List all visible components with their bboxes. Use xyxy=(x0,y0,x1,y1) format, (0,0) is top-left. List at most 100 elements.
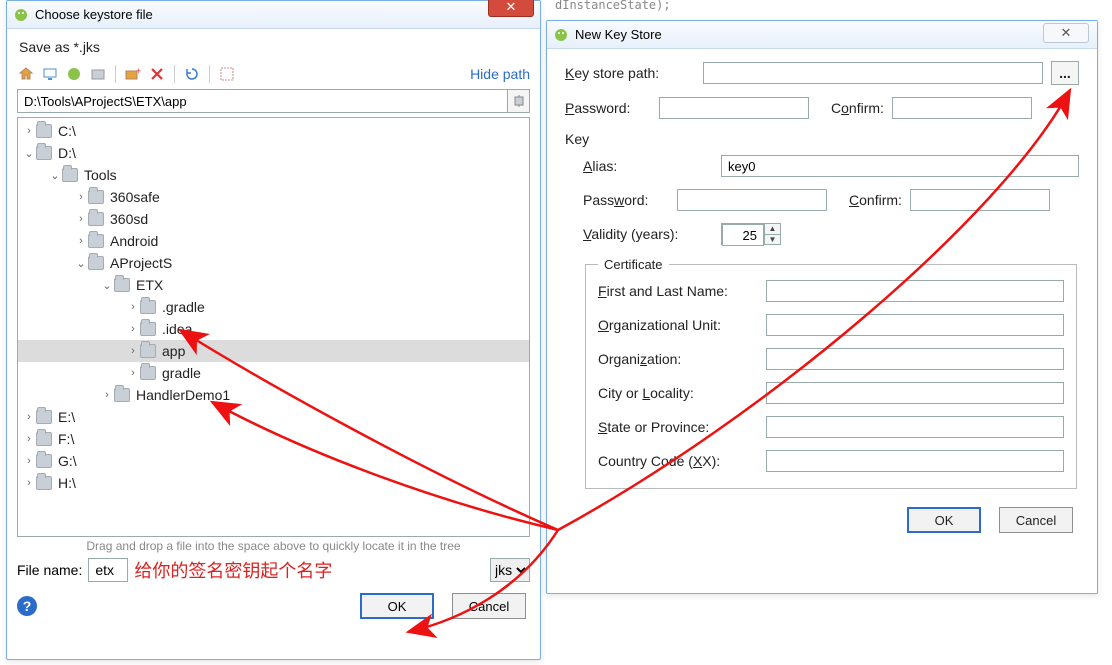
folder-icon xyxy=(88,212,104,226)
tree-node[interactable]: ›.gradle xyxy=(18,296,529,318)
certificate-fieldset: Certificate First and Last Name: Organiz… xyxy=(585,257,1077,489)
key-confirm-input[interactable] xyxy=(910,189,1050,211)
keystore-path-input[interactable] xyxy=(703,62,1043,84)
validity-label: Validity (years): xyxy=(583,226,713,242)
validity-spinbox[interactable]: ▲▼ xyxy=(721,223,781,245)
tree-node-c-drive[interactable]: ›C:\ xyxy=(18,120,529,142)
tree-node-app-selected[interactable]: ›app xyxy=(18,340,529,362)
tree-node-aprojects[interactable]: ⌄AProjectS xyxy=(18,252,529,274)
module-icon[interactable] xyxy=(89,65,107,83)
cancel-button[interactable]: Cancel xyxy=(452,593,526,619)
file-type-select[interactable]: jks xyxy=(490,558,530,582)
city-label: City or Locality: xyxy=(598,385,758,401)
folder-icon xyxy=(88,256,104,270)
new-key-store-dialog: ✕ New Key Store Key store path: ... Pass… xyxy=(546,20,1098,594)
validity-input[interactable] xyxy=(722,224,764,246)
confirm-input[interactable] xyxy=(892,97,1032,119)
key-password-input[interactable] xyxy=(677,189,827,211)
folder-icon xyxy=(114,388,130,402)
state-input[interactable] xyxy=(766,416,1064,438)
folder-icon xyxy=(62,168,78,182)
tree-node[interactable]: ›Android xyxy=(18,230,529,252)
tree-node[interactable]: ›HandlerDemo1 xyxy=(18,384,529,406)
app-icon xyxy=(13,7,29,23)
folder-icon xyxy=(140,300,156,314)
toolbar: + Hide path xyxy=(7,65,540,87)
desktop-icon[interactable] xyxy=(41,65,59,83)
app-icon xyxy=(553,27,569,43)
password-label: Password: xyxy=(565,100,651,116)
folder-icon xyxy=(114,278,130,292)
new-folder-icon[interactable]: + xyxy=(124,65,142,83)
dialog-titlebar[interactable]: New Key Store xyxy=(547,21,1097,49)
folder-tree[interactable]: ›C:\ ⌄D:\ ⌄Tools ›360safe ›360sd ›Androi… xyxy=(17,117,530,537)
folder-icon xyxy=(36,146,52,160)
org-unit-label: Organizational Unit: xyxy=(598,317,758,333)
delete-icon[interactable] xyxy=(148,65,166,83)
key-group-label: Key xyxy=(565,131,1079,147)
drag-drop-hint: Drag and drop a file into the space abov… xyxy=(7,537,540,555)
close-button[interactable]: ✕ xyxy=(488,0,534,17)
show-hidden-icon[interactable] xyxy=(218,65,236,83)
tree-node-g-drive[interactable]: ›G:\ xyxy=(18,450,529,472)
tree-node[interactable]: ›gradle xyxy=(18,362,529,384)
tree-node-etx[interactable]: ⌄ETX xyxy=(18,274,529,296)
folder-icon xyxy=(88,234,104,248)
tree-node-d-drive[interactable]: ⌄D:\ xyxy=(18,142,529,164)
browse-button[interactable]: ... xyxy=(1051,61,1079,85)
home-icon[interactable] xyxy=(17,65,35,83)
ok-button[interactable]: OK xyxy=(907,507,981,533)
background-code-fragment: dInstanceState); xyxy=(555,0,671,12)
org-unit-input[interactable] xyxy=(766,314,1064,336)
first-last-input[interactable] xyxy=(766,280,1064,302)
tree-node[interactable]: ›360safe xyxy=(18,186,529,208)
file-name-label: File name: xyxy=(17,562,82,578)
help-icon[interactable]: ? xyxy=(17,596,37,616)
annotation-text: 给你的签名密钥起个名字 xyxy=(134,557,484,583)
ok-button[interactable]: OK xyxy=(360,593,434,619)
dialog-title: Choose keystore file xyxy=(35,7,153,22)
refresh-icon[interactable] xyxy=(183,65,201,83)
dialog-titlebar[interactable]: Choose keystore file xyxy=(7,1,540,29)
close-icon: ✕ xyxy=(506,0,517,15)
tree-node-e-drive[interactable]: ›E:\ xyxy=(18,406,529,428)
country-code-label: Country Code (XX): xyxy=(598,453,758,469)
cancel-button[interactable]: Cancel xyxy=(999,507,1073,533)
spin-down-icon[interactable]: ▼ xyxy=(765,235,780,245)
close-button[interactable]: ✕ xyxy=(1043,23,1089,43)
hide-path-link[interactable]: Hide path xyxy=(470,66,530,82)
folder-icon xyxy=(36,432,52,446)
path-history-button[interactable] xyxy=(508,89,530,113)
state-label: State or Province: xyxy=(598,419,758,435)
ellipsis-icon: ... xyxy=(1059,65,1071,81)
country-code-input[interactable] xyxy=(766,450,1064,472)
folder-icon xyxy=(36,410,52,424)
confirm-label: Confirm: xyxy=(831,100,884,116)
dialog-title: New Key Store xyxy=(575,27,662,42)
org-label: Organization: xyxy=(598,351,758,367)
tree-node-h-drive[interactable]: ›H:\ xyxy=(18,472,529,494)
spin-up-icon[interactable]: ▲ xyxy=(765,224,780,235)
choose-keystore-dialog: ✕ Choose keystore file Save as *.jks + H… xyxy=(6,0,541,660)
city-input[interactable] xyxy=(766,382,1064,404)
folder-icon xyxy=(88,190,104,204)
close-icon: ✕ xyxy=(1061,25,1072,41)
key-confirm-label: Confirm: xyxy=(849,192,902,208)
alias-input[interactable] xyxy=(721,155,1079,177)
alias-label: Alias: xyxy=(583,158,713,174)
tree-node-tools[interactable]: ⌄Tools xyxy=(18,164,529,186)
org-input[interactable] xyxy=(766,348,1064,370)
first-last-label: First and Last Name: xyxy=(598,283,758,299)
svg-text:+: + xyxy=(136,66,141,76)
path-input[interactable] xyxy=(17,89,508,113)
folder-icon xyxy=(36,124,52,138)
project-icon[interactable] xyxy=(65,65,83,83)
tree-node-f-drive[interactable]: ›F:\ xyxy=(18,428,529,450)
tree-node[interactable]: ›360sd xyxy=(18,208,529,230)
tree-node[interactable]: ›.idea xyxy=(18,318,529,340)
password-input[interactable] xyxy=(659,97,809,119)
certificate-legend: Certificate xyxy=(598,257,669,272)
file-name-input[interactable] xyxy=(88,558,128,582)
folder-icon xyxy=(36,454,52,468)
folder-icon xyxy=(36,476,52,490)
